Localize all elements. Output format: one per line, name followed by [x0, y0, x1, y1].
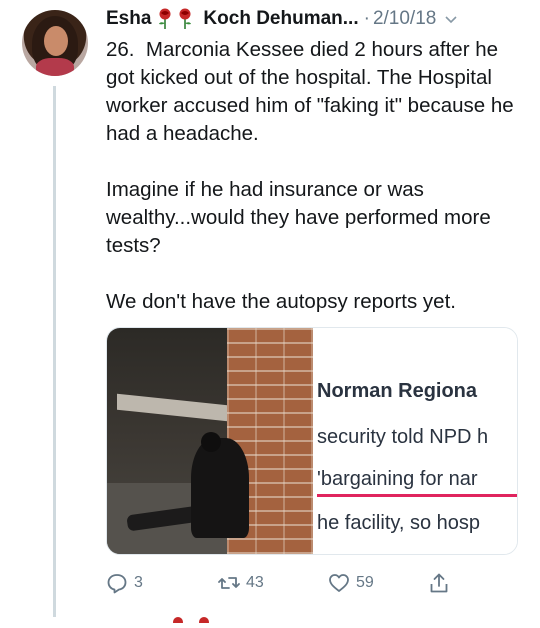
reply-button[interactable]: 3 [106, 572, 143, 594]
rose-icon [157, 8, 173, 30]
article-line: he facility, so hosp [317, 512, 481, 534]
chevron-down-icon[interactable] [444, 12, 458, 26]
next-tweet-peek [168, 610, 228, 627]
avatar[interactable] [22, 10, 88, 76]
tweet-header: Esha Koch Dehuman... · 2/10/18 [106, 6, 458, 32]
reply-icon [107, 574, 127, 594]
article-headline: Norman Regiona [317, 380, 478, 402]
article-line: security told NPD h [317, 426, 489, 448]
reply-count: 3 [134, 574, 143, 591]
highlight-underline [317, 494, 517, 497]
tweet-actions: 3 43 59 [106, 572, 516, 596]
like-count: 59 [356, 574, 374, 591]
media-article-snippet: Norman Regiona security told NPD h 'barg… [315, 328, 517, 554]
article-line: 'bargaining for nar [317, 468, 478, 490]
heart-icon [329, 574, 349, 592]
tweet-text: 26. Marconia Kessee died 2 hours after h… [106, 38, 514, 313]
tweet-media[interactable]: Norman Regiona security told NPD h 'barg… [106, 327, 518, 555]
tweet-date[interactable]: 2/10/18 [373, 8, 436, 30]
author-name-rest[interactable]: Koch Dehuman... [203, 8, 358, 30]
rose-icon [177, 8, 193, 30]
retweet-icon [218, 577, 240, 589]
like-button[interactable]: 59 [328, 572, 374, 594]
thread-line [53, 86, 56, 617]
media-photo [107, 328, 313, 554]
retweet-count: 43 [246, 574, 264, 591]
share-icon [430, 573, 448, 593]
separator: · [363, 8, 370, 29]
author-name-first[interactable]: Esha [106, 8, 151, 30]
retweet-button[interactable]: 43 [218, 572, 264, 594]
share-button[interactable] [428, 572, 456, 594]
